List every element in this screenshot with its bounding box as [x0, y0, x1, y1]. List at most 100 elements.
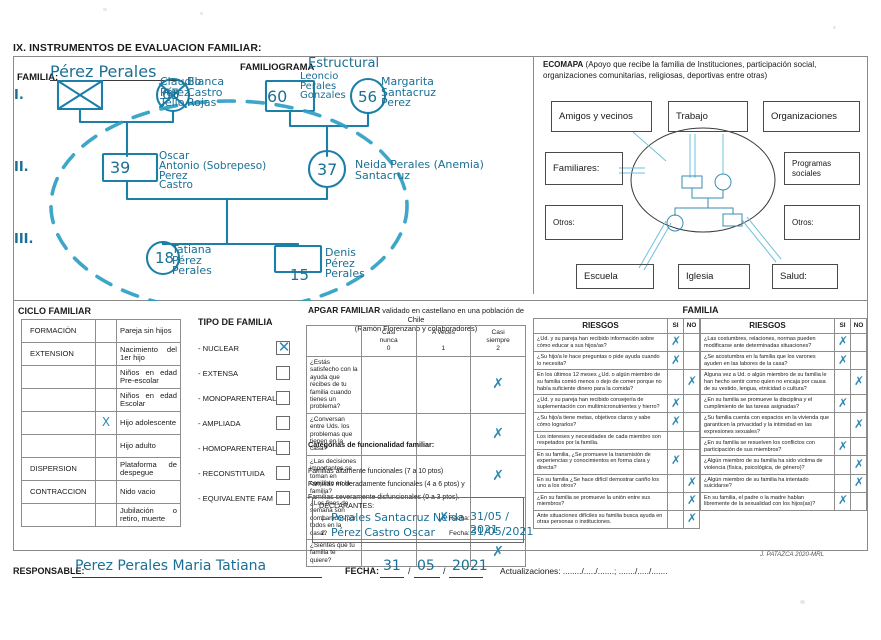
ciclo-checkbox[interactable] — [95, 365, 117, 389]
riesgo-si-cell[interactable] — [834, 369, 851, 396]
riesgo-row: Los intereses y necesidades de cada miem… — [533, 430, 700, 450]
riesgo-si-cell[interactable]: ✗ — [667, 351, 684, 371]
riesgo-no-cell[interactable] — [850, 437, 867, 457]
ecomapa-box-label: Otros: — [553, 217, 575, 227]
riesgo-no-cell[interactable] — [683, 448, 700, 475]
apgar-answer-cell[interactable] — [415, 356, 472, 414]
apgar-answer-cell[interactable]: ✗ — [470, 412, 526, 456]
riesgo-no-cell[interactable]: ✗ — [850, 412, 867, 439]
riesgo-no-cell[interactable]: ✗ — [683, 491, 700, 511]
responsable-value[interactable]: Perez Perales Maria Tatiana — [75, 558, 266, 574]
ecomapa-box-trabajo[interactable]: Trabajo — [668, 101, 748, 132]
ecomapa-box-label: Escuela — [584, 270, 618, 282]
apgar-categories: Categorias de funcionalidad familiar: Fa… — [308, 438, 465, 504]
riesgo-si-cell[interactable]: ✗ — [667, 448, 684, 475]
ciclo-checkbox[interactable] — [95, 503, 117, 527]
scan-artifact — [833, 26, 836, 29]
check-mark-icon: X — [101, 415, 111, 430]
riesgo-si-cell[interactable]: ✗ — [834, 491, 851, 511]
tipo-familia-checkbox[interactable] — [276, 441, 290, 455]
ciclo-checkbox[interactable] — [95, 457, 117, 481]
riesgo-no-cell[interactable] — [850, 491, 867, 511]
tipo-familia-checkbox[interactable] — [276, 491, 290, 505]
no-header-left: NO — [683, 318, 700, 334]
tipo-familia-checkbox[interactable]: ✕ — [276, 339, 290, 356]
ciclo-row: Jubilación o retiro, muerte — [21, 503, 181, 527]
riesgo-no-cell[interactable]: ✗ — [850, 369, 867, 396]
ecomapa-box-familiares[interactable]: Familiares: — [545, 152, 623, 185]
fecha-mes[interactable]: 05 — [417, 558, 435, 574]
ciclo-row: Hijo adulto — [21, 434, 181, 458]
apgar-answer-cell[interactable] — [360, 356, 417, 414]
ciclo-checkbox[interactable] — [95, 480, 117, 504]
riesgo-row: ¿Se acostumbra en la familia que los var… — [700, 351, 867, 371]
declarante-2-name[interactable]: Pérez Castro Oscar — [331, 526, 435, 539]
riesgo-no-cell[interactable] — [850, 332, 867, 353]
check-x-icon: ✗ — [854, 474, 865, 489]
riesgo-no-cell[interactable] — [683, 332, 700, 353]
riesgo-no-cell[interactable] — [683, 430, 700, 450]
riesgo-si-cell[interactable] — [667, 491, 684, 511]
ecomapa-box-iglesia[interactable]: Iglesia — [678, 264, 750, 289]
riesgo-no-cell[interactable] — [683, 351, 700, 371]
ciclo-category — [21, 411, 96, 435]
riesgo-no-cell[interactable] — [683, 394, 700, 414]
tipo-familia-checkbox[interactable] — [276, 416, 290, 430]
apgar-col-a-veces: A veces 1 — [415, 325, 472, 357]
tipo-familia-checkbox[interactable] — [276, 391, 290, 405]
riesgo-si-cell[interactable]: ✗ — [834, 394, 851, 414]
ciclo-checkbox[interactable] — [95, 434, 117, 458]
check-x-icon: ✗ — [687, 511, 698, 526]
riesgo-no-cell[interactable] — [850, 394, 867, 414]
ecomapa-box-escuela[interactable]: Escuela — [576, 264, 654, 289]
apgar-answer-cell[interactable]: ✗ — [470, 356, 526, 414]
fecha-mes-underline — [414, 577, 440, 578]
riesgo-si-cell[interactable]: ✗ — [667, 412, 684, 432]
ciclo-checkbox[interactable] — [95, 388, 117, 412]
fecha-anio[interactable]: 2021 — [452, 558, 488, 574]
ciclo-checkbox[interactable] — [95, 319, 117, 343]
tipo-familia-checkbox[interactable] — [276, 466, 290, 480]
ciclo-familiar-title: CICLO FAMILIAR — [18, 306, 91, 316]
riesgo-si-cell[interactable] — [667, 473, 684, 493]
ecomapa-box-otros-right[interactable]: Otros: — [784, 205, 860, 240]
ecomapa-box-label: Salud: — [780, 270, 807, 282]
riesgo-question: Ante situaciones difíciles su familia bu… — [533, 509, 668, 530]
fecha-dia[interactable]: 31 — [383, 558, 401, 574]
riesgo-si-cell[interactable] — [834, 473, 851, 493]
riesgo-si-cell[interactable] — [667, 509, 684, 530]
riesgo-si-cell[interactable] — [667, 430, 684, 450]
riesgo-si-cell[interactable]: ✗ — [834, 351, 851, 371]
ecomapa-box-salud[interactable]: Salud: — [772, 264, 838, 289]
riesgo-si-cell[interactable]: ✗ — [667, 332, 684, 353]
apgar-answer-cell[interactable]: ✗ — [470, 454, 526, 498]
riesgo-si-cell[interactable] — [834, 455, 851, 475]
person-age-4: 56 — [358, 88, 378, 106]
declarante-1-name[interactable]: Perales Santacruz Neida — [331, 511, 465, 524]
ecomapa-box-programas-sociales[interactable]: Programas sociales — [784, 152, 860, 185]
riesgo-no-cell[interactable]: ✗ — [850, 455, 867, 475]
ciclo-row: FORMACIÓN Pareja sin hijos — [21, 319, 181, 343]
scan-artifact — [103, 8, 107, 11]
riesgo-no-cell[interactable] — [850, 351, 867, 371]
riesgo-no-cell[interactable]: ✗ — [850, 473, 867, 493]
riesgo-si-cell[interactable]: ✗ — [834, 437, 851, 457]
hdr-l1: A veces — [431, 329, 455, 336]
riesgo-no-cell[interactable] — [683, 412, 700, 432]
ecomapa-box-amigos[interactable]: Amigos y vecinos — [551, 101, 652, 132]
declarante-2-fecha[interactable]: 31/05/2021 — [470, 525, 533, 538]
ciclo-checkbox[interactable] — [95, 342, 117, 366]
ciclo-checkbox[interactable]: X — [95, 411, 117, 435]
check-x-icon: ✗ — [838, 334, 849, 349]
riesgo-no-cell[interactable]: ✗ — [683, 509, 700, 530]
riesgo-no-cell[interactable]: ✗ — [683, 369, 700, 396]
tipo-familia-checkbox[interactable] — [276, 366, 290, 380]
riesgo-question: ¿Las costumbres, relaciones, normas pued… — [700, 332, 835, 353]
riesgo-si-cell[interactable] — [667, 369, 684, 396]
ecomapa-box-organizaciones[interactable]: Organizaciones — [763, 101, 860, 132]
riesgo-si-cell[interactable]: ✗ — [834, 332, 851, 353]
riesgo-si-cell[interactable]: ✗ — [667, 394, 684, 414]
riesgo-no-cell[interactable]: ✗ — [683, 473, 700, 493]
ecomapa-box-otros-left[interactable]: Otros: — [545, 205, 623, 240]
riesgo-si-cell[interactable] — [834, 412, 851, 439]
